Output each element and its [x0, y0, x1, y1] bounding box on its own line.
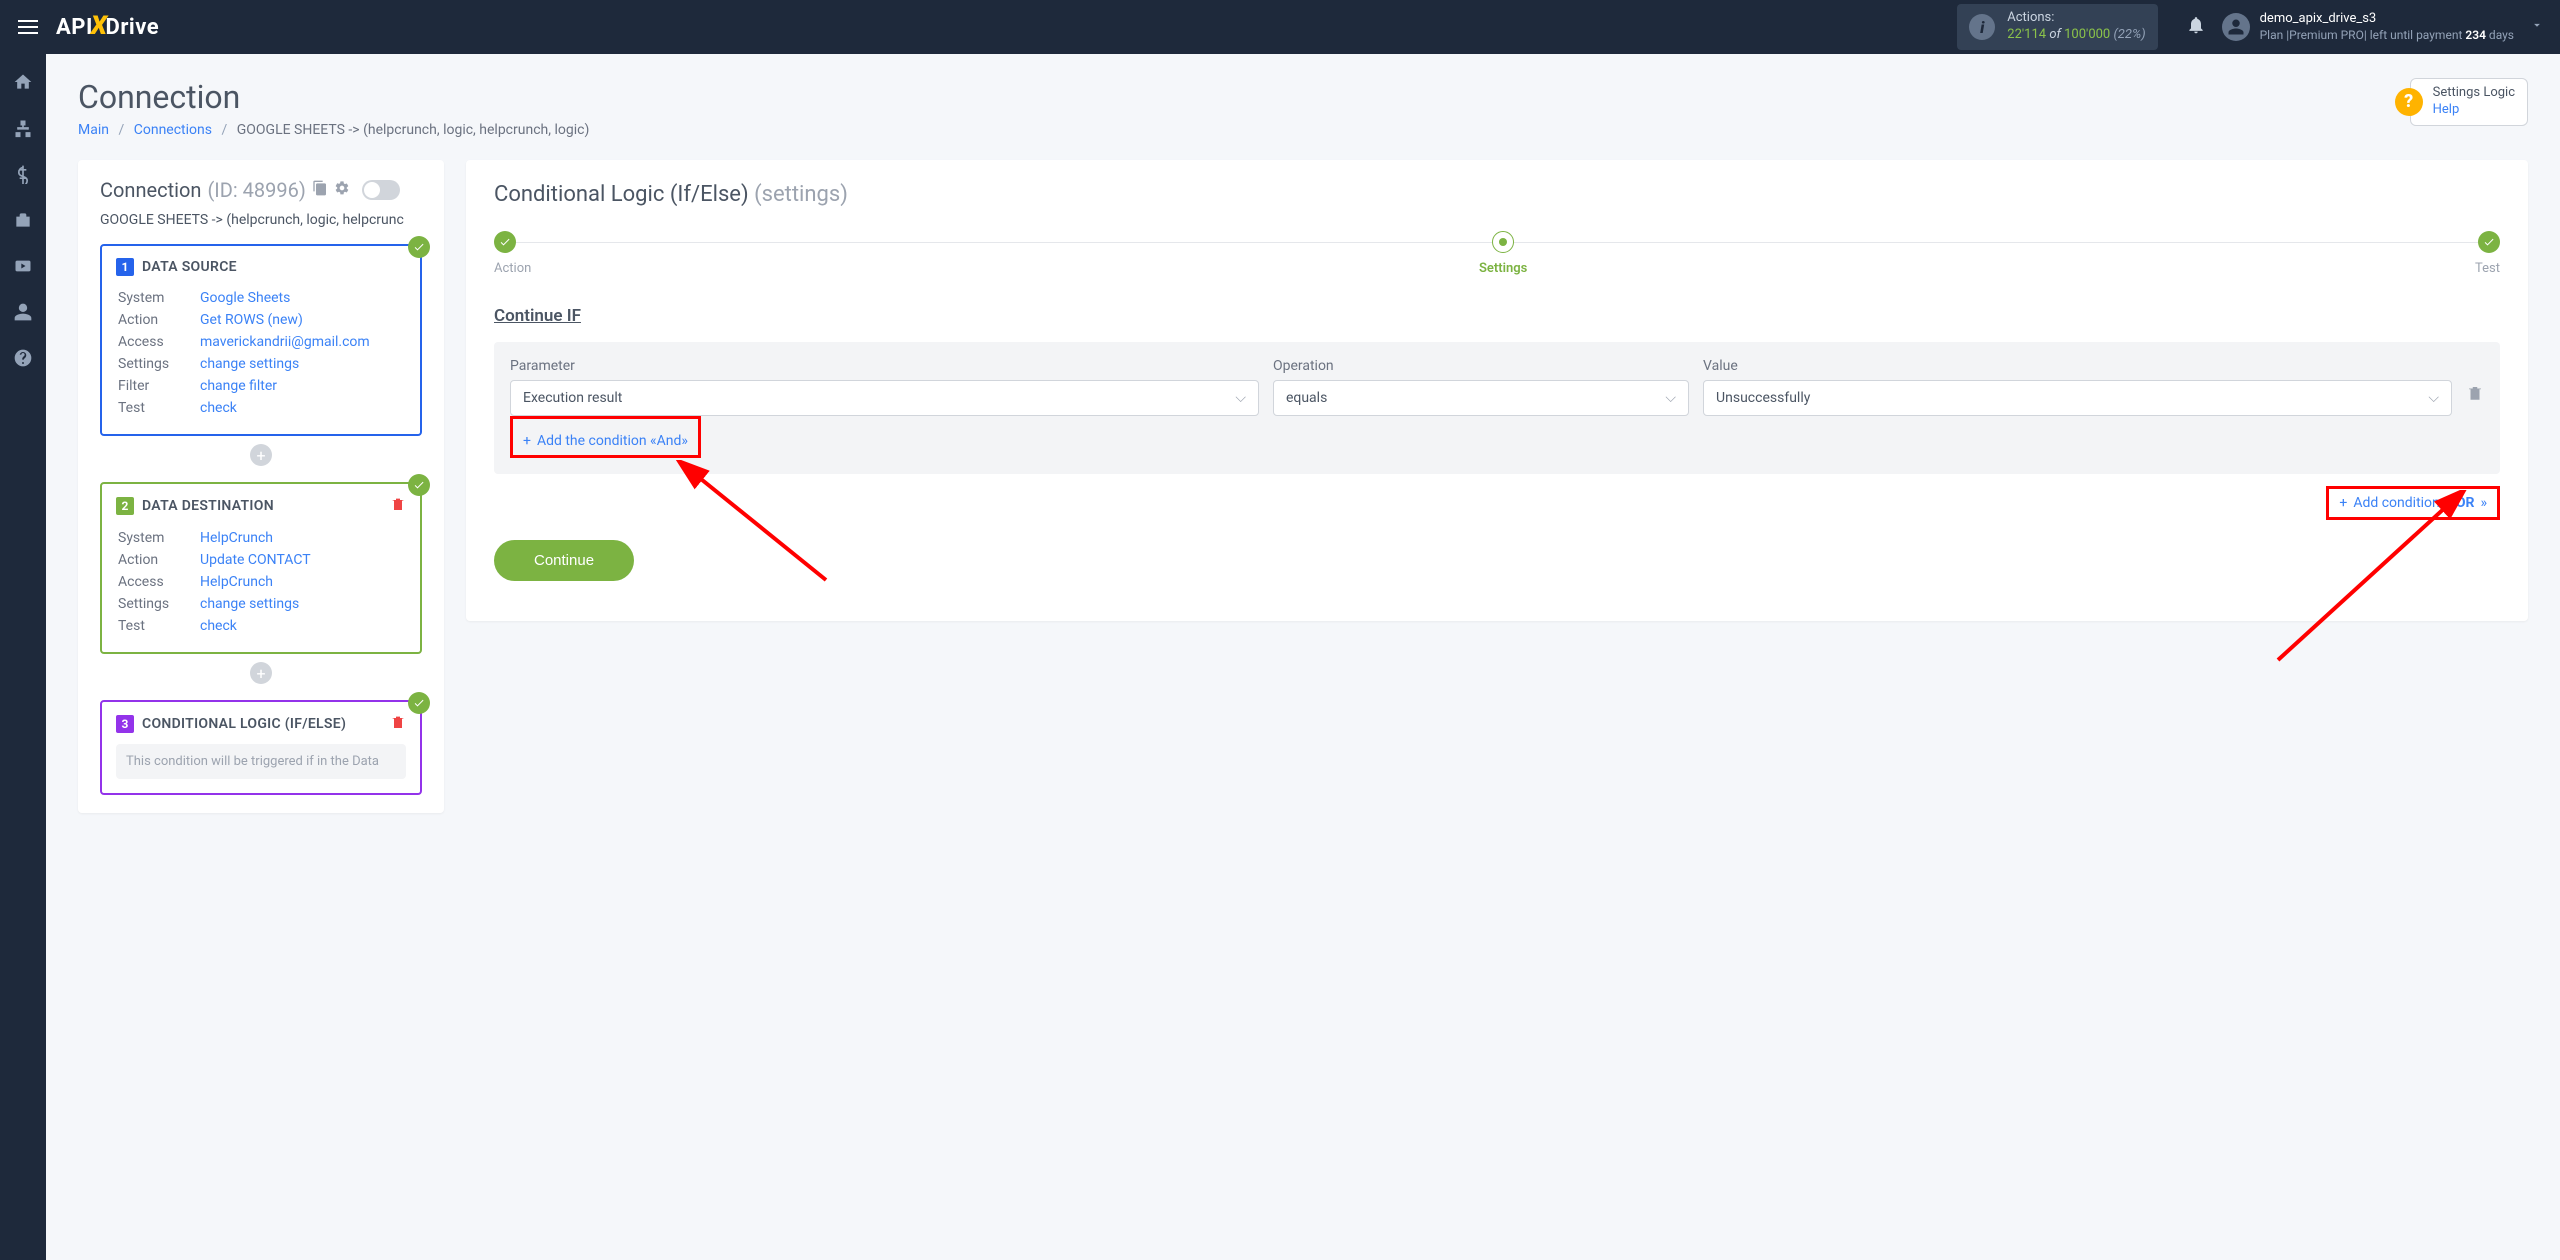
col-value-label: Value: [1703, 358, 2452, 374]
actions-label: Actions:: [2007, 10, 2145, 27]
sidebar-sitemap-icon[interactable]: [13, 118, 33, 142]
progress-stepper: Action Settings Test: [494, 231, 2500, 276]
breadcrumb-main[interactable]: Main: [78, 122, 109, 138]
connection-label: Connection: [100, 178, 201, 202]
chevron-down-icon: ⌵: [1665, 390, 1676, 406]
actions-of: of: [2049, 27, 2061, 42]
actions-total: 100'000: [2064, 27, 2110, 42]
actions-used: 22'114: [2007, 27, 2046, 42]
left-sidebar: [0, 54, 46, 1260]
source-action-link[interactable]: Get ROWS (new): [200, 312, 303, 328]
help-question-icon: ?: [2395, 88, 2423, 116]
source-system-link[interactable]: Google Sheets: [200, 290, 290, 306]
sidebar-help-icon[interactable]: [13, 348, 33, 372]
hamburger-icon[interactable]: [16, 15, 40, 39]
plan-info: Plan |Premium PRO| left until payment 23…: [2260, 28, 2514, 44]
plus-icon: +: [523, 433, 531, 449]
dest-action-link[interactable]: Update CONTACT: [200, 552, 311, 568]
connection-path: GOOGLE SHEETS -> (helpcrunch, logic, hel…: [100, 212, 422, 228]
step-title: CONDITIONAL LOGIC (IF/ELSE): [142, 716, 346, 732]
step-number: 2: [116, 497, 134, 515]
actions-pct: (22%): [2113, 27, 2145, 42]
logo-x: X: [91, 11, 108, 41]
source-access-link[interactable]: maverickandrii@gmail.com: [200, 334, 370, 350]
stepper-test[interactable]: Test: [2475, 231, 2500, 276]
sidebar-dollar-icon[interactable]: [13, 164, 33, 188]
check-icon: [408, 692, 430, 714]
avatar-icon: [2222, 13, 2250, 41]
connection-card: Connection (ID: 48996) GOOGLE SHEETS -> …: [78, 160, 444, 813]
section-continue-if: Continue IF: [494, 306, 2500, 326]
operation-select[interactable]: equals ⌵: [1273, 380, 1689, 416]
dest-test-link[interactable]: check: [200, 618, 237, 634]
data-source-box: 1 DATA SOURCE SystemGoogle Sheets Action…: [100, 244, 422, 436]
dest-settings-link[interactable]: change settings: [200, 596, 299, 612]
page-title: Connection: [78, 78, 589, 116]
delete-step-icon[interactable]: [390, 496, 406, 516]
step-title: DATA DESTINATION: [142, 498, 274, 514]
connection-id: (ID: 48996): [207, 178, 305, 202]
breadcrumb-current: GOOGLE SHEETS -> (helpcrunch, logic, hel…: [237, 122, 590, 138]
plus-icon: +: [2339, 495, 2347, 511]
stepper-action[interactable]: Action: [494, 231, 531, 276]
top-header: API X Drive i Actions: 22'114 of 100'000…: [0, 0, 2560, 54]
help-link[interactable]: Help: [2433, 102, 2515, 119]
value-select[interactable]: Unsuccessfully ⌵: [1703, 380, 2452, 416]
source-filter-link[interactable]: change filter: [200, 378, 277, 394]
actions-counter[interactable]: i Actions: 22'114 of 100'000 (22%): [1957, 4, 2157, 50]
chevron-down-icon: ⌵: [1235, 390, 1246, 406]
dest-access-link[interactable]: HelpCrunch: [200, 574, 273, 590]
col-parameter-label: Parameter: [510, 358, 1259, 374]
panel-subtitle: (settings): [754, 182, 848, 207]
continue-button[interactable]: Continue: [494, 540, 634, 581]
settings-card: Conditional Logic (If/Else) (settings) A…: [466, 160, 2528, 621]
sidebar-youtube-icon[interactable]: [13, 256, 33, 280]
info-icon: i: [1969, 14, 1995, 40]
delete-condition-icon[interactable]: [2466, 384, 2484, 416]
check-icon: [408, 236, 430, 258]
logo-api: API: [56, 15, 93, 40]
logic-note: This condition will be triggered if in t…: [116, 744, 406, 779]
add-step-button[interactable]: +: [250, 662, 272, 684]
copy-icon[interactable]: [312, 180, 328, 200]
bell-icon[interactable]: [2178, 15, 2214, 39]
dest-system-link[interactable]: HelpCrunch: [200, 530, 273, 546]
step-number: 3: [116, 715, 134, 733]
annotation-arrow-and: [656, 460, 836, 590]
logo[interactable]: API X Drive: [56, 12, 159, 42]
conditional-logic-box: 3 CONDITIONAL LOGIC (IF/ELSE) This condi…: [100, 700, 422, 795]
sidebar-user-icon[interactable]: [13, 302, 33, 326]
col-operation-label: Operation: [1273, 358, 1689, 374]
panel-title: Conditional Logic (If/Else): [494, 182, 749, 207]
breadcrumb-connections[interactable]: Connections: [134, 122, 212, 138]
stepper-settings[interactable]: Settings: [1479, 231, 1527, 276]
help-title: Settings Logic: [2433, 85, 2515, 102]
step-title: DATA SOURCE: [142, 259, 237, 275]
add-or-condition-button[interactable]: + Add condition «OR»: [2329, 489, 2497, 517]
data-destination-box: 2 DATA DESTINATION SystemHelpCrunch Acti…: [100, 482, 422, 654]
delete-step-icon[interactable]: [390, 714, 406, 734]
logo-drive: Drive: [106, 15, 160, 40]
check-icon: [408, 474, 430, 496]
parameter-select[interactable]: Execution result ⌵: [510, 380, 1259, 416]
chevron-down-icon: ⌵: [2428, 390, 2439, 406]
help-badge[interactable]: ? Settings Logic Help: [2410, 78, 2528, 126]
sidebar-briefcase-icon[interactable]: [13, 210, 33, 234]
add-step-button[interactable]: +: [250, 444, 272, 466]
user-name: demo_apix_drive_s3: [2260, 11, 2514, 28]
user-menu[interactable]: demo_apix_drive_s3 Plan |Premium PRO| le…: [2222, 11, 2514, 43]
chevron-down-icon[interactable]: [2530, 18, 2544, 36]
enable-toggle[interactable]: [362, 180, 400, 200]
breadcrumb: Main / Connections / GOOGLE SHEETS -> (h…: [78, 122, 589, 138]
add-and-condition-button[interactable]: + Add the condition «And»: [513, 427, 698, 455]
source-settings-link[interactable]: change settings: [200, 356, 299, 372]
source-test-link[interactable]: check: [200, 400, 237, 416]
gear-icon[interactable]: [334, 180, 350, 200]
condition-block: Parameter Execution result ⌵ Operation e…: [494, 342, 2500, 474]
sidebar-home-icon[interactable]: [13, 72, 33, 96]
step-number: 1: [116, 258, 134, 276]
